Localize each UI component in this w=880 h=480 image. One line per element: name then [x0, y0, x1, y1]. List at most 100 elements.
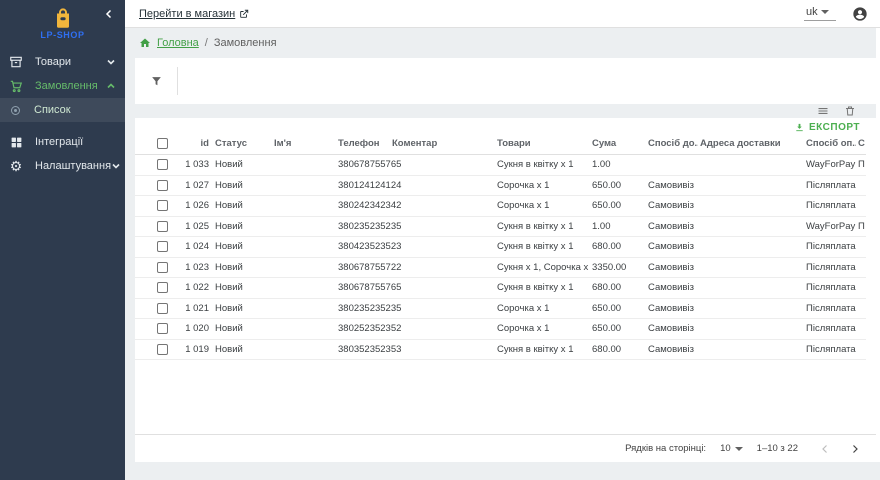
cell-status: Новий [213, 299, 272, 319]
cell-payment-method: Післяплата [804, 278, 856, 298]
cell-products: Сукня в квітку x 1 [495, 155, 590, 175]
cell-delivery-method: Самовивіз [646, 299, 698, 319]
sidebar-item-orders-list[interactable]: Список [0, 98, 125, 122]
bottom-strip [125, 462, 880, 480]
column-header-products[interactable]: Товари [495, 133, 590, 154]
row-checkbox[interactable] [157, 344, 168, 355]
cell-status: Новий [213, 155, 272, 175]
shop-bag-logo-icon [54, 7, 72, 29]
cell-name [272, 217, 336, 237]
export-row: ЕКСПОРТ [135, 118, 876, 133]
row-checkbox[interactable] [157, 282, 168, 293]
breadcrumb-home-link[interactable]: Головна [157, 37, 199, 49]
cell-status: Новий [213, 237, 272, 257]
vertical-scrollbar[interactable] [876, 28, 880, 462]
table-row[interactable]: 1 020 Новий 380252352352 Сорочка x 1 650… [135, 319, 866, 340]
row-checkbox[interactable] [157, 159, 168, 170]
next-page-icon[interactable] [848, 442, 862, 456]
cell-payment-status [856, 319, 866, 339]
cell-status: Новий [213, 258, 272, 278]
row-checkbox[interactable] [157, 200, 168, 211]
cell-phone: 380678755722 [336, 258, 390, 278]
column-header-sum[interactable]: Сума [590, 133, 646, 154]
sidebar-collapse-icon[interactable] [103, 8, 117, 22]
table-empty-space [135, 360, 876, 434]
cell-comment [390, 176, 495, 196]
row-checkbox[interactable] [157, 303, 168, 314]
cell-delivery-address [698, 278, 804, 298]
row-checkbox-cell [135, 278, 175, 298]
cell-payment-method: Післяплата [804, 319, 856, 339]
cell-id: 1 026 [175, 196, 213, 216]
cell-payment-method: Післяплата [804, 237, 856, 257]
table-row[interactable]: 1 023 Новий 380678755722 Сукня x 1, Соро… [135, 258, 866, 279]
cell-payment-method: WayForPay [804, 217, 856, 237]
cell-id: 1 024 [175, 237, 213, 257]
column-header-comment[interactable]: Коментар [390, 133, 495, 154]
column-header-payment-method[interactable]: Спосіб оп... [804, 133, 856, 154]
column-header-delivery-address[interactable]: Адреса доставки [698, 133, 804, 154]
cell-status: Новий [213, 340, 272, 360]
row-checkbox[interactable] [157, 323, 168, 334]
cell-phone: 380124124124 [336, 176, 390, 196]
column-header-delivery-method[interactable]: Спосіб до... [646, 133, 698, 154]
cell-payment-method: WayForPay [804, 155, 856, 175]
rows-per-page-value: 10 [720, 443, 731, 454]
go-to-store-label: Перейти в магазин [139, 8, 235, 20]
table-row[interactable]: 1 019 Новий 380352352353 Сукня в квітку … [135, 340, 866, 361]
cell-delivery-address [698, 155, 804, 175]
table-row[interactable]: 1 021 Новий 380235235235 Сорочка x 1 650… [135, 299, 866, 320]
column-header-status[interactable]: Статус [213, 133, 272, 154]
table-row[interactable]: 1 027 Новий 380124124124 Сорочка x 1 650… [135, 176, 866, 197]
column-header-phone[interactable]: Телефон [336, 133, 390, 154]
go-to-store-link[interactable]: Перейти в магазин [139, 8, 249, 20]
column-header-id[interactable]: id [175, 133, 213, 154]
cell-payment-status: П [856, 217, 866, 237]
table-row[interactable]: 1 025 Новий 380235235235 Сукня в квітку … [135, 217, 866, 238]
table-row[interactable]: 1 022 Новий 380678755765 Сукня в квітку … [135, 278, 866, 299]
cell-delivery-address [698, 217, 804, 237]
chevron-up-icon [105, 80, 117, 92]
row-checkbox-cell [135, 237, 175, 257]
sidebar-item-integrations[interactable]: Інтеграції [0, 130, 125, 154]
rows-per-page-select[interactable]: 10 [720, 443, 743, 454]
cell-phone: 380678755765 [336, 278, 390, 298]
sidebar-item-orders[interactable]: Замовлення [0, 74, 125, 98]
row-checkbox[interactable] [157, 221, 168, 232]
language-select[interactable]: uk [804, 6, 836, 21]
density-icon[interactable] [816, 105, 829, 118]
chevron-down-icon [111, 160, 121, 172]
cell-id: 1 027 [175, 176, 213, 196]
export-button[interactable]: ЕКСПОРТ [794, 122, 860, 133]
trash-icon[interactable] [843, 105, 856, 118]
language-value: uk [806, 6, 818, 18]
logo-text: LP-SHOP [40, 30, 84, 40]
topbar-right: uk [804, 6, 868, 22]
table-row[interactable]: 1 024 Новий 380423523523 Сукня в квітку … [135, 237, 866, 258]
pagination-controls [818, 442, 862, 456]
cell-delivery-method: Самовивіз [646, 196, 698, 216]
row-checkbox[interactable] [157, 241, 168, 252]
cell-comment [390, 196, 495, 216]
rows-per-page-label: Рядків на сторінці: [625, 443, 706, 454]
sidebar-item-settings[interactable]: ⚙ Налаштування [0, 154, 125, 178]
cell-delivery-address [698, 258, 804, 278]
orders-table-card: ЕКСПОРТ id Статус Ім'я Телефон Коментар … [135, 118, 876, 462]
cell-delivery-method [646, 155, 698, 175]
table-row[interactable]: 1 026 Новий 380242342342 Сорочка x 1 650… [135, 196, 866, 217]
cell-comment [390, 217, 495, 237]
account-icon[interactable] [852, 6, 868, 22]
column-header-name[interactable]: Ім'я [272, 133, 336, 154]
row-checkbox[interactable] [157, 262, 168, 273]
cell-payment-status [856, 278, 866, 298]
sidebar-item-label: Налаштування [35, 160, 111, 172]
select-all-checkbox[interactable] [157, 138, 168, 149]
table-header-row: id Статус Ім'я Телефон Коментар Товари С… [135, 133, 866, 155]
table-row[interactable]: 1 033 Новий 380678755765 Сукня в квітку … [135, 155, 866, 176]
sidebar-item-products[interactable]: Товари [0, 50, 125, 74]
cell-payment-status: П [856, 155, 866, 175]
chevron-down-icon [105, 56, 117, 68]
row-checkbox[interactable] [157, 180, 168, 191]
filter-icon[interactable] [135, 75, 177, 88]
column-header-payment-status[interactable]: С [856, 133, 866, 154]
